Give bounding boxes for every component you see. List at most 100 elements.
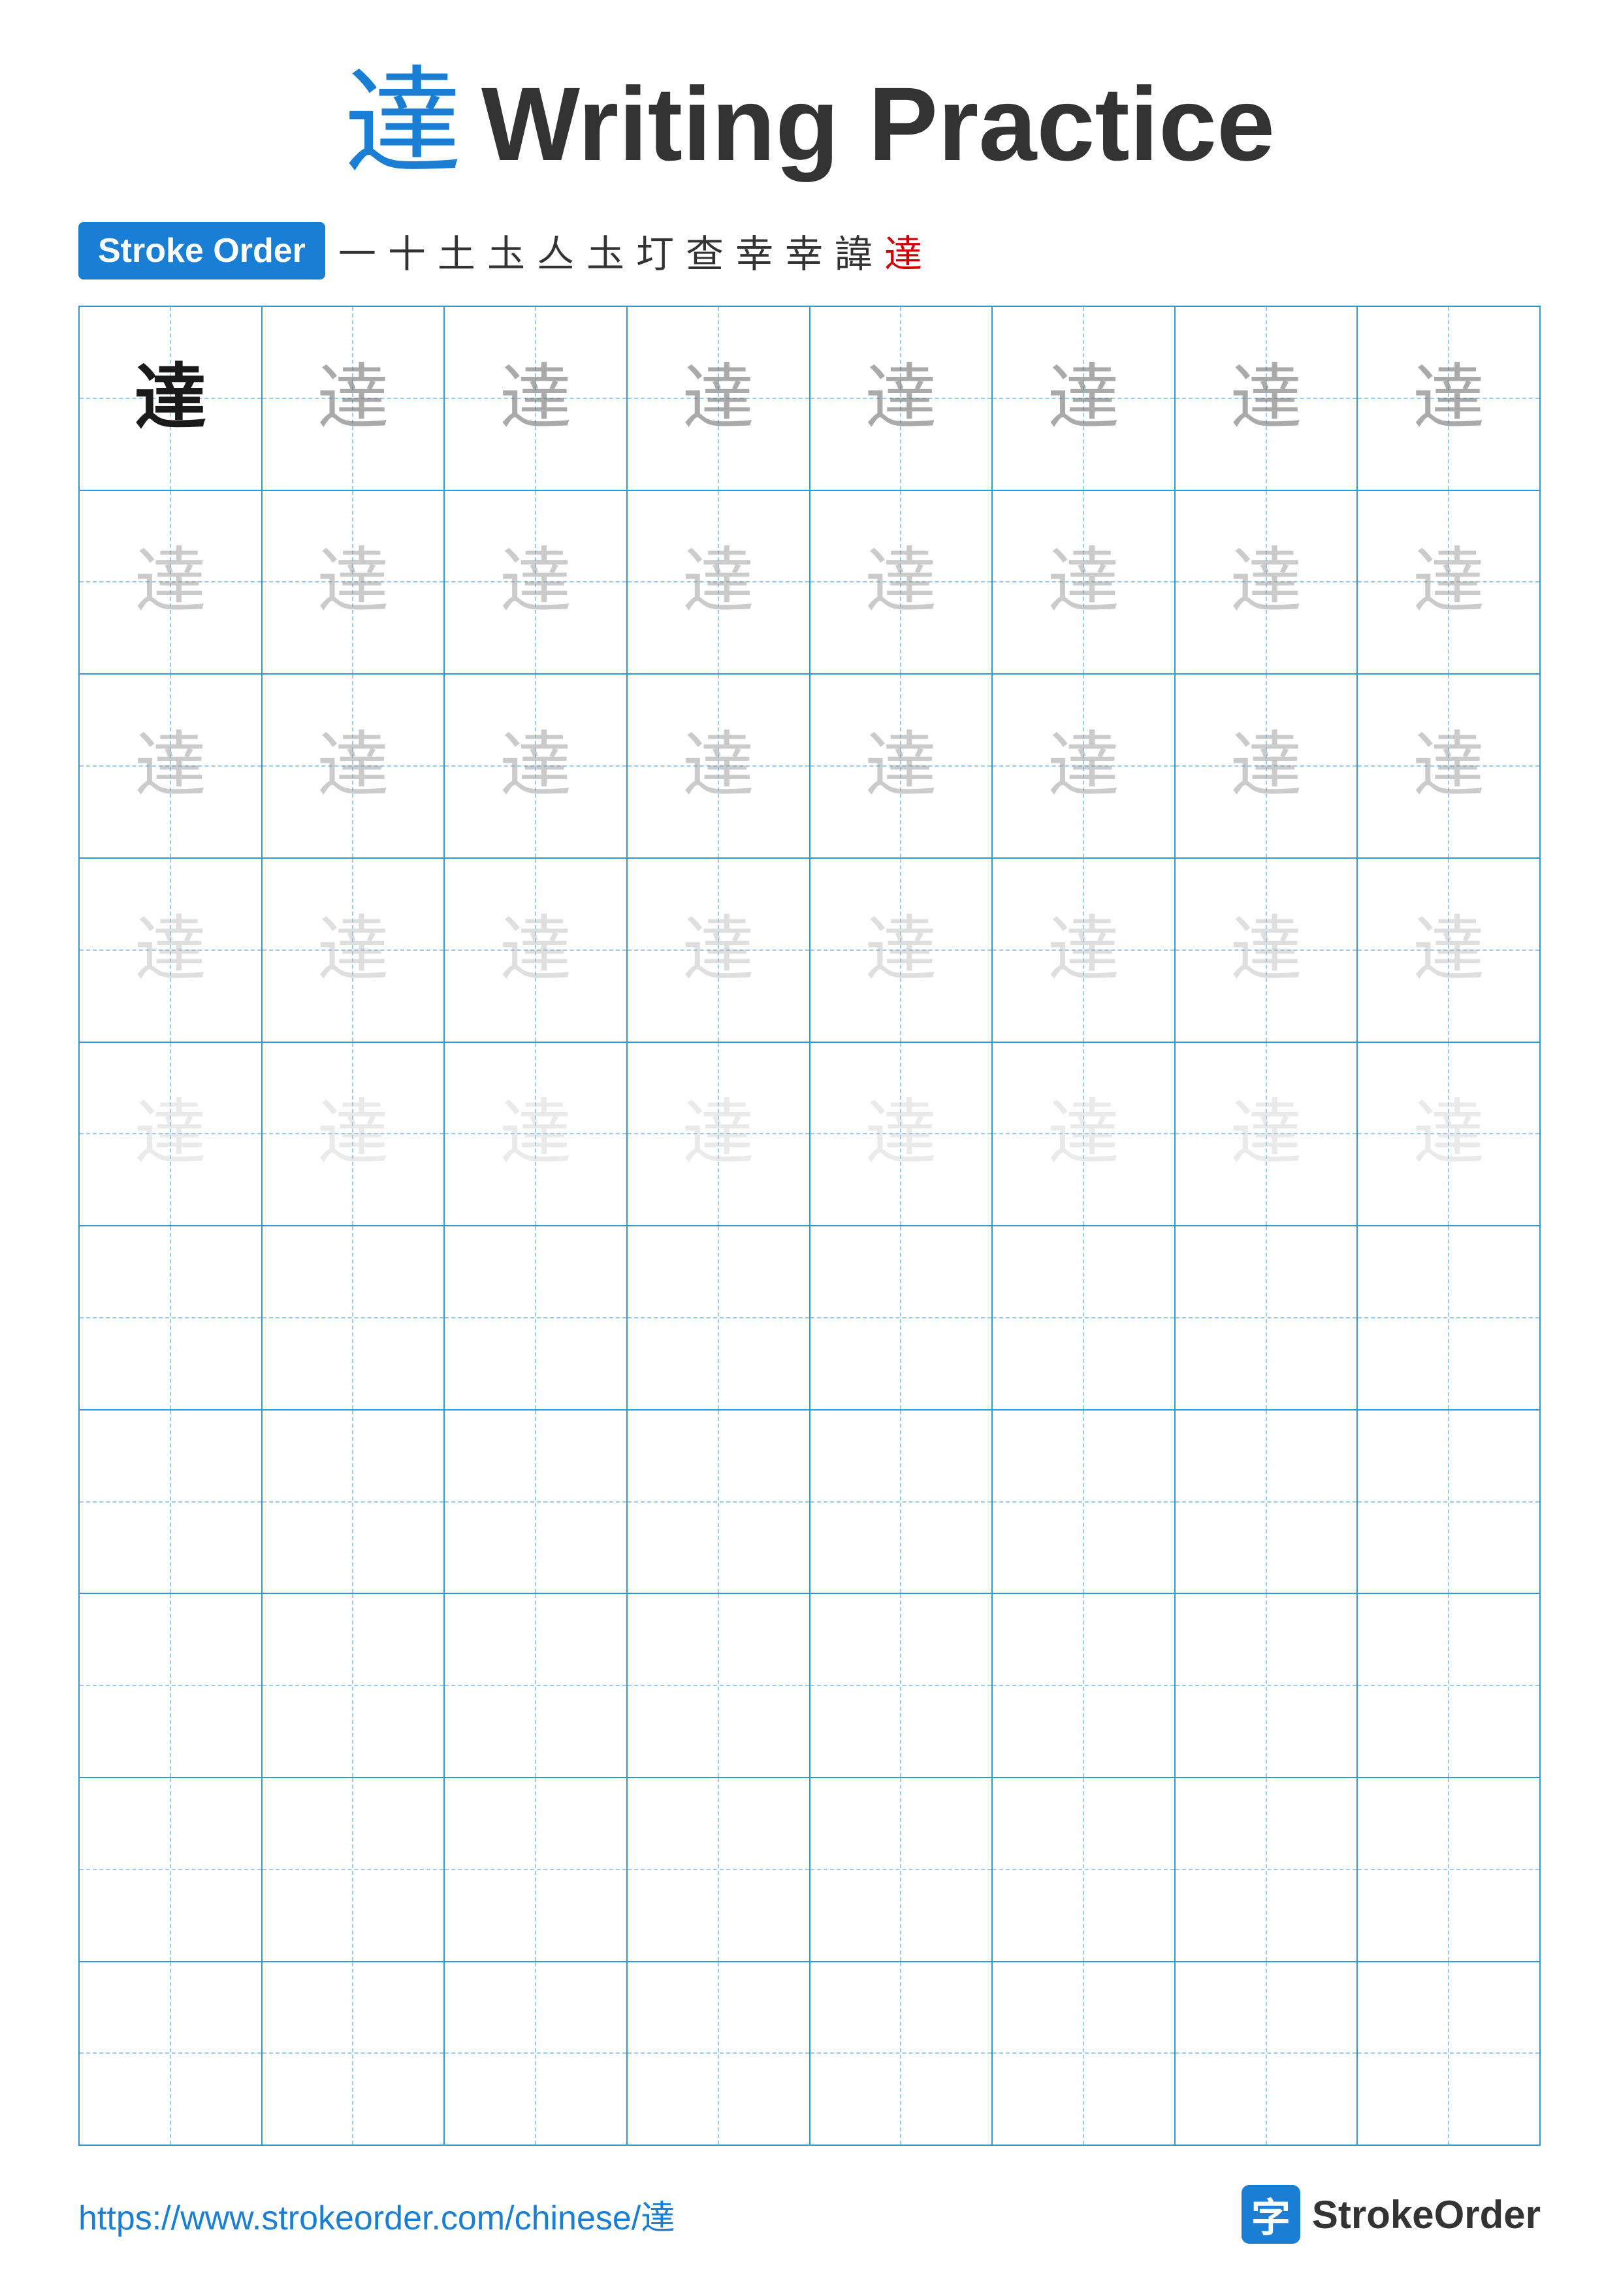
cell-char: 達 — [1230, 730, 1302, 802]
grid-cell-3-5[interactable]: 達 — [810, 675, 993, 857]
grid-cell-5-1[interactable]: 達 — [80, 1043, 263, 1226]
grid-cell-4-8[interactable]: 達 — [1358, 859, 1539, 1042]
grid-cell-5-2[interactable]: 達 — [263, 1043, 445, 1226]
grid-cell-6-8[interactable] — [1358, 1226, 1539, 1409]
stroke-step-9: 幸 — [735, 223, 773, 278]
grid-cell-8-2[interactable] — [263, 1594, 445, 1777]
grid-cell-6-6[interactable] — [993, 1226, 1176, 1409]
grid-cell-8-4[interactable] — [628, 1594, 810, 1777]
grid-cell-6-4[interactable] — [628, 1226, 810, 1409]
grid-cell-9-1[interactable] — [80, 1778, 263, 1961]
grid-cell-8-3[interactable] — [445, 1594, 628, 1777]
grid-cell-10-6[interactable] — [993, 1962, 1176, 2145]
grid-cell-2-1[interactable]: 達 — [80, 491, 263, 674]
cell-char: 達 — [135, 1098, 206, 1170]
grid-cell-7-5[interactable] — [810, 1411, 993, 1593]
cell-char: 達 — [1413, 730, 1484, 802]
grid-cell-9-2[interactable] — [263, 1778, 445, 1961]
grid-cell-3-1[interactable]: 達 — [80, 675, 263, 857]
grid-cell-10-7[interactable] — [1176, 1962, 1358, 2145]
grid-cell-9-8[interactable] — [1358, 1778, 1539, 1961]
grid-cell-4-3[interactable]: 達 — [445, 859, 628, 1042]
grid-cell-8-8[interactable] — [1358, 1594, 1539, 1777]
grid-cell-10-8[interactable] — [1358, 1962, 1539, 2145]
cell-char: 達 — [1413, 914, 1484, 986]
grid-cell-4-5[interactable]: 達 — [810, 859, 993, 1042]
grid-cell-1-8[interactable]: 達 — [1358, 307, 1539, 490]
grid-cell-9-5[interactable] — [810, 1778, 993, 1961]
grid-cell-1-1[interactable]: 達 — [80, 307, 263, 490]
grid-cell-1-2[interactable]: 達 — [263, 307, 445, 490]
grid-cell-5-5[interactable]: 達 — [810, 1043, 993, 1226]
grid-row-7 — [80, 1411, 1539, 1595]
footer-url[interactable]: https://www.strokeorder.com/chinese/達 — [78, 2190, 675, 2239]
grid-cell-2-4[interactable]: 達 — [628, 491, 810, 674]
grid-cell-4-1[interactable]: 達 — [80, 859, 263, 1042]
grid-cell-7-8[interactable] — [1358, 1411, 1539, 1593]
stroke-step-6: 圡 — [586, 223, 624, 278]
grid-cell-3-3[interactable]: 達 — [445, 675, 628, 857]
grid-cell-3-7[interactable]: 達 — [1176, 675, 1358, 857]
grid-cell-1-3[interactable]: 達 — [445, 307, 628, 490]
cell-char: 達 — [317, 914, 389, 986]
grid-cell-5-8[interactable]: 達 — [1358, 1043, 1539, 1226]
grid-cell-7-1[interactable] — [80, 1411, 263, 1593]
grid-cell-1-7[interactable]: 達 — [1176, 307, 1358, 490]
stroke-step-1: 一 — [338, 223, 376, 278]
grid-cell-6-2[interactable] — [263, 1226, 445, 1409]
grid-cell-2-3[interactable]: 達 — [445, 491, 628, 674]
grid-cell-2-2[interactable]: 達 — [263, 491, 445, 674]
grid-cell-8-6[interactable] — [993, 1594, 1176, 1777]
grid-cell-1-5[interactable]: 達 — [810, 307, 993, 490]
cell-char: 達 — [317, 730, 389, 802]
grid-cell-3-2[interactable]: 達 — [263, 675, 445, 857]
cell-char: 達 — [1413, 546, 1484, 618]
grid-cell-7-7[interactable] — [1176, 1411, 1358, 1593]
grid-cell-3-6[interactable]: 達 — [993, 675, 1176, 857]
grid-cell-6-5[interactable] — [810, 1226, 993, 1409]
grid-cell-3-8[interactable]: 達 — [1358, 675, 1539, 857]
grid-cell-7-2[interactable] — [263, 1411, 445, 1593]
grid-cell-5-4[interactable]: 達 — [628, 1043, 810, 1226]
grid-cell-9-7[interactable] — [1176, 1778, 1358, 1961]
grid-cell-7-3[interactable] — [445, 1411, 628, 1593]
grid-cell-10-5[interactable] — [810, 1962, 993, 2145]
cell-char: 達 — [865, 546, 937, 618]
grid-cell-1-6[interactable]: 達 — [993, 307, 1176, 490]
cell-char: 達 — [1230, 546, 1302, 618]
footer-logo-text: StrokeOrder — [1312, 2192, 1541, 2237]
stroke-step-8: 查 — [686, 223, 724, 278]
grid-row-6 — [80, 1226, 1539, 1411]
grid-cell-2-6[interactable]: 達 — [993, 491, 1176, 674]
grid-cell-2-5[interactable]: 達 — [810, 491, 993, 674]
grid-cell-4-7[interactable]: 達 — [1176, 859, 1358, 1042]
grid-cell-9-3[interactable] — [445, 1778, 628, 1961]
grid-cell-3-4[interactable]: 達 — [628, 675, 810, 857]
grid-cell-8-1[interactable] — [80, 1594, 263, 1777]
grid-cell-9-4[interactable] — [628, 1778, 810, 1961]
grid-cell-2-7[interactable]: 達 — [1176, 491, 1358, 674]
grid-cell-6-1[interactable] — [80, 1226, 263, 1409]
grid-cell-10-3[interactable] — [445, 1962, 628, 2145]
grid-cell-9-6[interactable] — [993, 1778, 1176, 1961]
grid-cell-8-5[interactable] — [810, 1594, 993, 1777]
grid-cell-1-4[interactable]: 達 — [628, 307, 810, 490]
grid-cell-4-2[interactable]: 達 — [263, 859, 445, 1042]
grid-cell-5-7[interactable]: 達 — [1176, 1043, 1358, 1226]
grid-cell-10-4[interactable] — [628, 1962, 810, 2145]
logo-char: 字 — [1251, 2186, 1290, 2243]
grid-cell-6-3[interactable] — [445, 1226, 628, 1409]
grid-cell-4-6[interactable]: 達 — [993, 859, 1176, 1042]
grid-cell-10-2[interactable] — [263, 1962, 445, 2145]
grid-cell-7-4[interactable] — [628, 1411, 810, 1593]
grid-cell-7-6[interactable] — [993, 1411, 1176, 1593]
grid-cell-5-3[interactable]: 達 — [445, 1043, 628, 1226]
cell-char: 達 — [135, 362, 206, 434]
grid-cell-8-7[interactable] — [1176, 1594, 1358, 1777]
grid-cell-5-6[interactable]: 達 — [993, 1043, 1176, 1226]
title-text: Writing Practice — [481, 72, 1275, 176]
grid-cell-10-1[interactable] — [80, 1962, 263, 2145]
grid-cell-2-8[interactable]: 達 — [1358, 491, 1539, 674]
grid-cell-4-4[interactable]: 達 — [628, 859, 810, 1042]
grid-cell-6-7[interactable] — [1176, 1226, 1358, 1409]
